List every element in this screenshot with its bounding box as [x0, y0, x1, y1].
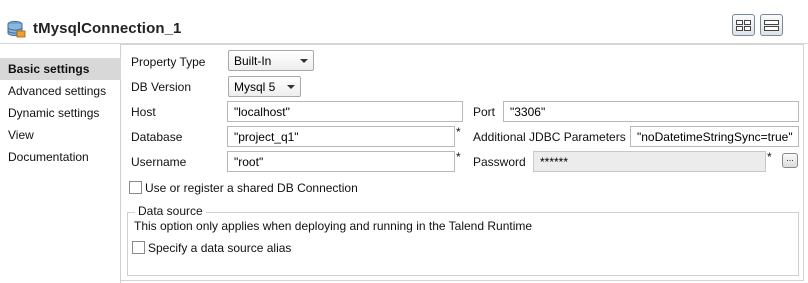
jdbc-parameters-field[interactable]: "noDatetimeStringSync=true" — [630, 126, 799, 147]
db-version-label: DB Version — [131, 80, 192, 94]
property-type-select[interactable]: Built-In — [228, 50, 314, 71]
basic-settings-panel: Property Type Built-In DB Version Mysql … — [121, 44, 808, 283]
shared-connection-label: Use or register a shared DB Connection — [145, 181, 358, 195]
data-source-description: This option only applies when deploying … — [134, 219, 533, 233]
data-source-title: Data source — [135, 204, 206, 218]
chevron-down-icon — [287, 85, 295, 89]
sidebar-item-documentation[interactable]: Documentation — [0, 146, 121, 168]
sidebar-item-advanced-settings[interactable]: Advanced settings — [0, 80, 121, 102]
database-label: Database — [131, 130, 183, 144]
grid-layout-button[interactable] — [732, 14, 755, 36]
jdbc-parameters-label: Additional JDBC Parameters — [473, 130, 626, 144]
port-field[interactable]: "3306" — [503, 101, 799, 122]
database-required-marker: * — [456, 125, 461, 139]
host-field[interactable]: "localhost" — [227, 101, 463, 122]
sidebar-item-dynamic-settings[interactable]: Dynamic settings — [0, 102, 121, 124]
sidebar-item-basic-settings[interactable]: Basic settings — [0, 58, 121, 80]
username-required-marker: * — [456, 150, 461, 164]
password-field[interactable]: ****** — [533, 151, 766, 172]
chevron-down-icon — [300, 59, 308, 63]
db-version-value: Mysql 5 — [234, 80, 276, 94]
username-label: Username — [131, 155, 187, 169]
password-label: Password — [473, 155, 526, 169]
data-source-alias-checkbox[interactable] — [132, 241, 145, 254]
password-edit-button[interactable]: ... — [782, 153, 798, 168]
property-type-value: Built-In — [234, 54, 272, 68]
settings-sidebar: Basic settings Advanced settings Dynamic… — [0, 44, 121, 283]
property-type-label: Property Type — [131, 55, 206, 69]
list-layout-icon — [764, 20, 779, 31]
component-header: tMysqlConnection_1 — [0, 0, 808, 44]
database-icon — [6, 20, 26, 38]
shared-connection-checkbox[interactable] — [129, 181, 142, 194]
port-label: Port — [473, 105, 496, 119]
grid-layout-icon — [736, 20, 751, 31]
component-title: tMysqlConnection_1 — [33, 20, 182, 37]
username-field[interactable]: "root" — [227, 151, 455, 172]
list-layout-button[interactable] — [760, 14, 783, 36]
password-required-marker: * — [767, 150, 772, 164]
db-version-select[interactable]: Mysql 5 — [228, 76, 301, 97]
database-field[interactable]: "project_q1" — [227, 126, 455, 147]
host-label: Host — [131, 105, 156, 119]
sidebar-item-view[interactable]: View — [0, 124, 121, 146]
data-source-alias-label: Specify a data source alias — [148, 241, 292, 255]
